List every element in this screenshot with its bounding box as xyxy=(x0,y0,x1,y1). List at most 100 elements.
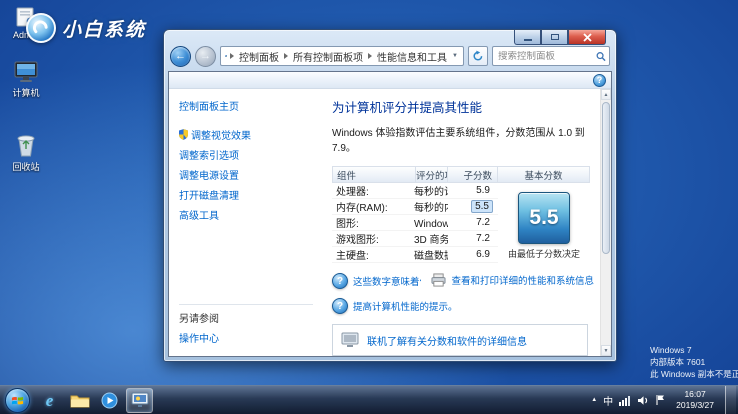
close-button[interactable] xyxy=(568,30,606,45)
sidebar: 控制面板主页 调整视觉效果 调整索引选项 调整电源设置 打开磁盘清理 高级工具 … xyxy=(169,89,319,356)
control-panel-window: ← → 控制面板 所有控制面板项 性能信息和工具 ▼ ? xyxy=(163,29,617,362)
help-button[interactable]: ? xyxy=(593,74,606,87)
desktop: 小白系统 Adm... 计算机 回收站 Windows 7 内部版本 7601 … xyxy=(0,0,738,414)
breadcrumb-separator-icon xyxy=(230,53,234,59)
navigation-bar: ← → 控制面板 所有控制面板项 性能信息和工具 ▼ xyxy=(164,44,616,68)
column-header-base-score[interactable]: 基本分数 xyxy=(498,166,590,183)
action-center-flag-icon[interactable] xyxy=(655,394,665,406)
learn-online-box: 联机了解有关分数和软件的详细信息 xyxy=(332,324,588,356)
maximize-button[interactable] xyxy=(541,30,568,45)
refresh-icon xyxy=(472,50,484,62)
component-name: 内存(RAM): xyxy=(332,199,414,214)
software-info-icon xyxy=(341,332,359,348)
clock-date: 2019/3/27 xyxy=(676,400,714,411)
scrollbar-track[interactable] xyxy=(601,100,611,345)
system-tray: ▲ 中 16:07 2019/3/27 xyxy=(591,386,738,414)
subscore-value-lowest: 5.5 xyxy=(471,200,493,213)
component-name: 处理器: xyxy=(332,183,414,198)
desktop-icon-computer[interactable]: 计算机 xyxy=(2,58,50,99)
help-item-improve-tips[interactable]: ? 提高计算机性能的提示。 xyxy=(332,298,458,314)
windows-flag-icon xyxy=(11,394,24,407)
see-also-title: 另请参阅 xyxy=(179,310,313,325)
scrollbar-thumb[interactable] xyxy=(602,102,610,254)
taskbar-item-control-panel-active[interactable] xyxy=(126,388,153,413)
main-content: 为计算机评分并提高其性能 Windows 体验指数评估主要系统组件，分数范围从 … xyxy=(319,89,600,356)
forward-button[interactable]: → xyxy=(195,46,216,67)
minimize-button[interactable] xyxy=(514,30,541,45)
help-item-what-numbers-mean[interactable]: ? 这些数字意味着什么? xyxy=(332,273,421,289)
sidebar-item-indexing-options[interactable]: 调整索引选项 xyxy=(179,147,313,162)
forward-arrow-icon: → xyxy=(200,50,211,62)
subscore-value: 7.2 xyxy=(473,217,493,228)
page-subtitle: Windows 体验指数评估主要系统组件，分数范围从 1.0 到 7.9。 xyxy=(332,124,596,154)
sidebar-item-label: 调整电源设置 xyxy=(179,167,239,182)
table-row: 图形: Windows Aero 的桌面性能 7.2 xyxy=(332,215,498,231)
breadcrumb-separator-icon xyxy=(284,53,288,59)
column-header-item[interactable]: 评分的项目 xyxy=(415,167,447,182)
volume-icon[interactable] xyxy=(637,395,649,406)
address-dropdown-button[interactable]: ▼ xyxy=(449,53,461,59)
search-icon[interactable] xyxy=(596,51,606,62)
start-button[interactable] xyxy=(5,388,30,413)
table-row: 游戏图形: 3D 商务和游戏图形性能 7.2 xyxy=(332,231,498,247)
search-input[interactable] xyxy=(498,51,596,62)
refresh-button[interactable] xyxy=(468,46,488,66)
watermark-line: 内部版本 7601 xyxy=(650,357,738,369)
breadcrumb-item[interactable]: 性能信息和工具 xyxy=(375,49,449,64)
ime-indicator[interactable]: 中 xyxy=(603,393,613,408)
sidebar-item-control-panel-home[interactable]: 控制面板主页 xyxy=(179,98,313,113)
table-row: 处理器: 每秒的计算速度 5.9 xyxy=(332,183,498,199)
breadcrumb-item[interactable]: 所有控制面板项 xyxy=(291,49,365,64)
link-view-print-details[interactable]: 查看和打印详细的性能和系统信息 xyxy=(431,273,594,287)
help-row-2: ? 提高计算机性能的提示。 xyxy=(332,298,594,314)
search-box[interactable] xyxy=(492,46,610,66)
base-score-caption: 由最低子分数决定 xyxy=(506,249,582,261)
see-also-section: 另请参阅 操作中心 xyxy=(179,304,313,350)
scroll-up-button[interactable]: ▲ xyxy=(601,89,611,100)
computer-icon xyxy=(2,58,50,84)
column-header-subscore[interactable]: 子分数 xyxy=(447,167,497,182)
brand-overlay: 小白系统 xyxy=(26,13,146,43)
scroll-down-button[interactable]: ▼ xyxy=(601,345,611,356)
back-button[interactable]: ← xyxy=(170,46,191,67)
sidebar-item-action-center[interactable]: 操作中心 xyxy=(179,330,313,345)
sidebar-item-advanced-tools[interactable]: 高级工具 xyxy=(179,207,313,222)
sidebar-item-disk-cleanup[interactable]: 打开磁盘清理 xyxy=(179,187,313,202)
windows-activation-watermark: Windows 7 内部版本 7601 此 Windows 副本不是正版 xyxy=(650,345,738,381)
scored-item: 磁盘数据传输速率 xyxy=(414,247,448,262)
taskbar-icon-media-player[interactable] xyxy=(96,388,123,413)
brand-logo-icon xyxy=(26,13,56,43)
component-name: 图形: xyxy=(332,215,414,230)
command-bar: ? xyxy=(169,72,611,89)
scored-item: 每秒的内存操作速度 xyxy=(414,199,448,214)
sidebar-item-label: 打开磁盘清理 xyxy=(179,187,239,202)
sidebar-item-label: 操作中心 xyxy=(179,330,219,345)
link-label: 这些数字意味着什么? xyxy=(353,274,421,288)
vertical-scrollbar[interactable]: ▲ ▼ xyxy=(600,89,611,356)
brand-name: 小白系统 xyxy=(62,15,146,42)
system-window-icon xyxy=(131,392,149,408)
network-icon[interactable] xyxy=(619,395,631,406)
scored-item: Windows Aero 的桌面性能 xyxy=(414,215,448,230)
breadcrumb[interactable]: 控制面板 所有控制面板项 性能信息和工具 ▼ xyxy=(220,46,464,66)
taskbar-clock[interactable]: 16:07 2019/3/27 xyxy=(671,389,719,410)
back-arrow-icon: ← xyxy=(175,50,186,62)
desktop-icon-recycle-bin[interactable]: 回收站 xyxy=(2,132,50,173)
sidebar-item-label: 调整视觉效果 xyxy=(191,127,251,142)
link-learn-online[interactable]: 联机了解有关分数和软件的详细信息 xyxy=(367,333,527,348)
column-header-component[interactable]: 组件 xyxy=(333,168,415,182)
question-icon: ? xyxy=(597,75,603,85)
component-name: 游戏图形: xyxy=(332,231,414,246)
link-label: 查看和打印详细的性能和系统信息 xyxy=(451,273,594,287)
window-client-area: ? 控制面板主页 调整视觉效果 调整索引选项 调整电源设置 打开磁盘清理 高级工… xyxy=(168,71,612,357)
breadcrumb-item[interactable]: 控制面板 xyxy=(237,49,281,64)
table-row: 主硬盘: 磁盘数据传输速率 6.9 xyxy=(332,247,498,263)
desktop-icon-label: 计算机 xyxy=(2,86,50,99)
tray-overflow-button[interactable]: ▲ xyxy=(591,397,597,403)
base-score-tile: 5.5 xyxy=(518,192,570,244)
show-desktop-button[interactable] xyxy=(725,386,736,414)
taskbar-icon-file-explorer[interactable] xyxy=(66,388,93,413)
sidebar-item-power-settings[interactable]: 调整电源设置 xyxy=(179,167,313,182)
sidebar-item-visual-effects[interactable]: 调整视觉效果 xyxy=(179,127,313,142)
taskbar-icon-internet-explorer[interactable]: e xyxy=(36,388,63,413)
